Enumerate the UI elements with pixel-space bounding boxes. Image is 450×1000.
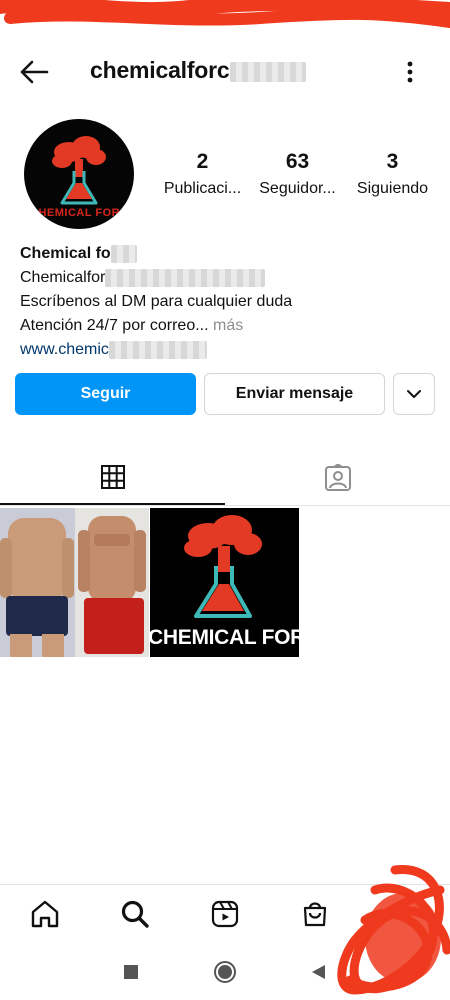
followers-label: Seguidor... bbox=[259, 180, 336, 197]
bio-line-1: Chemicalfor bbox=[20, 266, 430, 290]
bio-more-link[interactable]: más bbox=[213, 317, 243, 334]
profile-avatar[interactable]: CHEMICAL FORC bbox=[24, 119, 134, 229]
posts-count: 2 bbox=[196, 150, 209, 173]
avatar-brand-text: CHEMICAL FORC bbox=[30, 207, 129, 219]
status-bar bbox=[0, 0, 450, 34]
followers-count: 63 bbox=[285, 150, 310, 173]
stat-posts[interactable]: 2 Publicaci... bbox=[155, 150, 250, 198]
suggestions-dropdown-button[interactable] bbox=[393, 373, 435, 415]
redacted-username bbox=[229, 61, 306, 82]
recent-apps-button[interactable] bbox=[119, 960, 143, 984]
stat-followers[interactable]: 63 Seguidor... bbox=[250, 150, 345, 198]
post-brand-text: CHEMICAL FORC bbox=[150, 626, 299, 649]
posts-grid: CHEMICAL FORC bbox=[0, 508, 450, 658]
redaction-scribble-top bbox=[0, 0, 450, 28]
bio-display-name: Chemical fo bbox=[20, 242, 430, 266]
stat-following[interactable]: 3 Siguiendo bbox=[345, 150, 440, 198]
post-thumbnail-brand-logo[interactable]: CHEMICAL FORC bbox=[150, 508, 299, 657]
follow-button[interactable]: Seguir bbox=[15, 373, 196, 415]
system-back-button[interactable] bbox=[306, 960, 330, 984]
home-icon bbox=[31, 900, 59, 928]
content-tabs bbox=[0, 450, 450, 506]
shop-icon bbox=[303, 902, 327, 927]
nav-home[interactable] bbox=[27, 897, 63, 931]
redacted-bio bbox=[105, 268, 266, 287]
before-after-photo bbox=[0, 508, 149, 657]
back-triangle-icon bbox=[312, 965, 325, 979]
profile-stats: 2 Publicaci... 63 Seguidor... 3 Siguiend… bbox=[155, 150, 440, 204]
username-text: chemicalforc bbox=[90, 57, 230, 83]
vertical-dots-icon bbox=[407, 61, 413, 83]
post-thumbnail-before-after[interactable] bbox=[0, 508, 149, 657]
profile-username: chemicalforc bbox=[90, 57, 306, 84]
more-options-button[interactable] bbox=[396, 56, 424, 88]
profile-header: chemicalforc bbox=[0, 44, 450, 98]
following-count: 3 bbox=[386, 150, 399, 173]
redacted-name bbox=[110, 244, 137, 263]
system-home-button[interactable] bbox=[213, 960, 237, 984]
search-icon bbox=[121, 900, 149, 928]
bio-website-link[interactable]: www.chemic bbox=[20, 338, 430, 362]
nav-search[interactable] bbox=[117, 897, 153, 931]
bio-line-3-text: Atención 24/7 por correo... bbox=[20, 317, 209, 334]
bio-line-2: Escríbenos al DM para cualquier duda bbox=[20, 293, 293, 310]
back-arrow-icon bbox=[20, 60, 49, 84]
redaction-scribble-bottom bbox=[337, 865, 450, 995]
redacted-website bbox=[108, 340, 207, 359]
send-message-button[interactable]: Enviar mensaje bbox=[204, 373, 385, 415]
tagged-person-icon bbox=[324, 463, 351, 491]
profile-bio: Chemical fo Chemicalfor Escríbenos al DM… bbox=[20, 242, 430, 362]
website-text: www.chemic bbox=[20, 341, 109, 358]
posts-label: Publicaci... bbox=[163, 180, 242, 197]
tab-tagged[interactable] bbox=[225, 450, 450, 505]
chevron-down-icon bbox=[407, 390, 421, 398]
bio-line-3: Atención 24/7 por correo... más bbox=[20, 314, 430, 338]
nav-shop[interactable] bbox=[297, 897, 333, 931]
bio-line-1-text: Chemicalfor bbox=[20, 269, 106, 286]
back-button[interactable] bbox=[14, 54, 54, 90]
recent-apps-icon bbox=[124, 965, 138, 979]
grid-icon bbox=[100, 464, 125, 489]
tab-posts-grid[interactable] bbox=[0, 450, 225, 505]
home-circle-icon bbox=[214, 961, 236, 983]
following-label: Siguiendo bbox=[356, 180, 429, 197]
reels-icon bbox=[211, 900, 239, 928]
nav-reels[interactable] bbox=[207, 897, 243, 931]
display-name-text: Chemical fo bbox=[20, 245, 111, 262]
